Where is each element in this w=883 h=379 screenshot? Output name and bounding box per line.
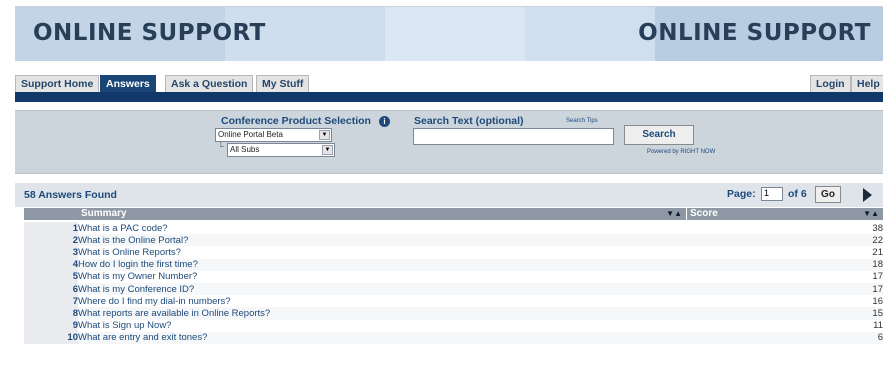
answer-link[interactable]: What is Online Reports? [78,246,833,258]
answer-link[interactable]: What reports are available in Online Rep… [78,307,833,320]
row-score: 17 [872,271,883,283]
row-score: 18 [833,258,883,271]
row-score: 21 [872,246,883,258]
answer-link[interactable]: What is the Online Portal? [78,234,833,247]
tree-connector: └ [218,142,224,151]
banner-title-left: ONLINE SUPPORT [33,20,266,46]
table-row: 1 What is a PAC code? 38 [24,222,883,235]
answer-link[interactable]: Where do I find my dial-in numbers? [78,295,833,307]
row-score: 17 [833,282,883,296]
table-row: 4 How do I login the first time? 18 [24,258,883,271]
tab-bar: Support Home Answers Ask a Question My S… [15,75,883,92]
chevron-down-icon: ▼ [319,130,330,140]
subs-select-value: All Subs [230,145,260,154]
info-icon[interactable]: i [379,116,390,127]
banner-title-right: ONLINE SUPPORT [638,20,871,46]
answer-link[interactable]: What is a PAC code? [78,222,833,234]
results-table: 1 What is a PAC code? 38 2 What is the O… [24,222,883,344]
table-row: 7 Where do I find my dial-in numbers? 16 [24,295,883,308]
table-row: 3 What is Online Reports? 21 [24,246,883,259]
row-score: 11 [873,320,883,332]
column-header-summary[interactable]: Summary ▼▲ [78,208,686,220]
row-number: 10 [24,331,78,344]
answer-link[interactable]: What is my Owner Number? [78,271,833,283]
row-number: 1 [24,222,78,235]
search-input[interactable] [413,128,614,145]
search-button[interactable]: Search [624,125,694,145]
answer-link[interactable]: What is my Conference ID? [78,282,833,296]
product-select[interactable]: Online Portal Beta ▼ [215,128,332,142]
help-button[interactable]: Help [851,75,883,92]
answer-link[interactable]: What are entry and exit tones? [78,331,833,344]
sort-arrows-icon[interactable]: ▼▲ [666,208,682,220]
row-number: 7 [24,295,78,308]
table-row: 2 What is the Online Portal? 22 [24,234,883,247]
page-of-label: of 6 [788,188,807,200]
row-number: 5 [24,270,78,283]
table-row: 10 What are entry and exit tones? 6 [24,331,883,344]
row-number: 6 [24,282,78,296]
table-row: 9 What is Sign up Now? 11 [24,319,883,332]
page-select-value: 1 [764,188,770,198]
tab-support-home[interactable]: Support Home [15,75,100,92]
answer-link[interactable]: How do I login the first time? [78,258,833,271]
tab-answers[interactable]: Answers [100,75,156,92]
results-panel: 58 Answers Found Page: 1 of 6 Go Summary… [15,183,883,379]
column-header-number [24,208,78,220]
tab-ask-a-question[interactable]: Ask a Question [165,75,254,92]
table-row: 5 What is my Owner Number? 17 [24,270,883,283]
row-number: 8 [24,307,78,320]
table-row: 6 What is my Conference ID? 17 [24,282,883,296]
login-button[interactable]: Login [810,75,851,92]
column-header-score[interactable]: Score ▼▲ [687,208,883,220]
search-text-label: Search Text (optional) [414,115,524,127]
chevron-down-icon: ▼ [322,145,333,155]
powered-by-logo: Powered by RIGHT NOW [647,149,716,155]
row-number: 9 [24,319,78,332]
row-score: 38 [872,222,883,234]
product-selection-label: Conference Product Selection [221,115,371,127]
search-tips-link[interactable]: Search Tips [566,118,598,124]
page-label: Page: [727,188,756,200]
row-score: 6 [833,331,883,344]
row-number: 2 [24,234,78,247]
row-score: 22 [833,234,883,247]
subs-select[interactable]: All Subs ▼ [227,143,335,157]
answer-link[interactable]: What is Sign up Now? [78,320,833,332]
table-row: 8 What reports are available in Online R… [24,307,883,320]
results-header: 58 Answers Found Page: 1 of 6 Go [15,183,883,207]
row-number: 4 [24,258,78,271]
nav-bar [15,92,883,102]
row-number: 3 [24,246,78,259]
column-header-summary-label: Summary [81,208,127,219]
answers-found-count: 58 Answers Found [24,189,117,201]
row-score: 16 [872,295,883,307]
column-header-score-label: Score [690,208,718,219]
row-score: 15 [833,307,883,320]
tab-my-stuff[interactable]: My Stuff [256,75,310,92]
header-banner: ONLINE SUPPORT ONLINE SUPPORT [15,6,883,61]
product-select-value: Online Portal Beta [218,130,283,139]
go-button[interactable]: Go [815,186,841,203]
search-panel: Conference Product Selection i Online Po… [15,110,883,174]
next-page-icon[interactable] [863,188,872,202]
page-select[interactable]: 1 [761,187,783,201]
sort-arrows-icon[interactable]: ▼▲ [863,208,879,220]
